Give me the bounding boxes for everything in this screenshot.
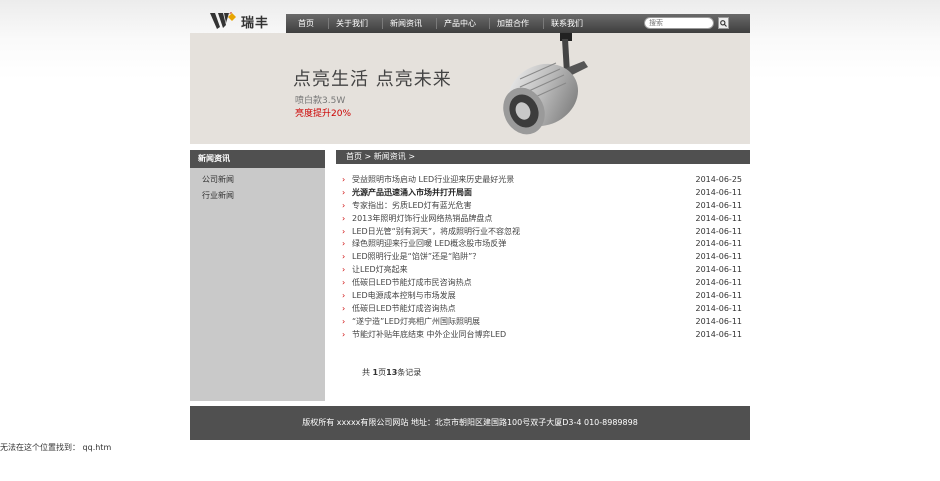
nav-divider [489,18,490,29]
news-date: 2014-06-11 [695,187,743,197]
nav-franchise[interactable]: 加盟合作 [497,14,529,33]
arrow-icon: › [342,226,346,236]
news-title-link[interactable]: 绿色照明迎来行业回暖 LED概念股市场反弹 [352,238,506,251]
list-item: › 让LED灯亮起来 2014-06-11 [342,264,742,277]
brand-name: 瑞丰 [241,15,270,31]
pager-prefix: 共 [362,368,373,377]
arrow-icon: › [342,329,346,339]
news-date: 2014-06-11 [695,252,743,262]
nav-about[interactable]: 关于我们 [336,14,368,33]
news-date: 2014-06-11 [695,226,743,236]
news-list: › 受益照明市场启动 LED行业迎来历史最好光景 2014-06-25 › 光源产品迅… [342,174,742,342]
list-item: › 2013年照明灯饰行业网络热销品牌盘点 2014-06-11 [342,213,742,226]
arrow-icon: › [342,303,346,313]
sidebar: 新闻资讯 公司新闻 行业新闻 [190,150,325,401]
pager-records: 13 [386,368,398,377]
news-date: 2014-06-11 [695,200,743,210]
arrow-icon: › [342,175,346,184]
nav-home[interactable]: 首页 [298,14,314,33]
spotlight-image [503,33,588,135]
main-nav: 首页 关于我们 新闻资讯 产品中心 加盟合作 联系我们 [286,14,750,33]
search-input[interactable] [644,17,714,29]
brand-logo[interactable]: 瑞丰 [210,10,280,32]
news-date: 2014-06-25 [695,175,743,184]
nav-divider [436,18,437,29]
site-footer: 版权所有 xxxxx有限公司网站 地址：北京市朝阳区建国路100号双子大厦D3-… [190,406,750,440]
sidebar-item-company-news[interactable]: 公司新闻 [190,172,325,188]
list-item: › “遂宁造”LED灯亮相广州国际照明展 2014-06-11 [342,316,742,329]
news-title-link[interactable]: 受益照明市场启动 LED行业迎来历史最好光景 [352,174,514,187]
nav-divider [382,18,383,29]
arrow-icon: › [342,239,346,249]
news-date: 2014-06-11 [695,329,743,339]
pager-records-suffix: 条记录 [397,368,422,377]
search-button[interactable] [718,17,729,29]
news-title-link[interactable]: 光源产品迅速涌入市场并打开局面 [352,187,472,200]
list-item: › 绿色照明迎来行业回暖 LED概念股市场反弹 2014-06-11 [342,238,742,251]
news-title-link[interactable]: 专家指出：劣质LED灯有蓝光危害 [352,200,472,213]
arrow-icon: › [342,265,346,275]
banner-highlight: 亮度提升20% [295,109,352,119]
arrow-icon: › [342,187,346,197]
news-date: 2014-06-11 [695,291,743,301]
news-title-link[interactable]: 2013年照明灯饰行业网络热销品牌盘点 [352,213,492,226]
list-item: › 专家指出：劣质LED灯有蓝光危害 2014-06-11 [342,200,742,213]
banner-subtitle: 喷白款3.5W [295,96,346,106]
news-title-link[interactable]: LED日光管“别有洞天”，将成照明行业不容忽视 [352,226,520,239]
news-date: 2014-06-11 [695,278,743,288]
list-item: › LED电源成本控制与市场发展 2014-06-11 [342,290,742,303]
news-date: 2014-06-11 [695,239,743,249]
error-message: 无法在这个位置找到： qq.htm [0,443,112,452]
search-icon [720,19,727,27]
nav-products[interactable]: 产品中心 [444,14,476,33]
banner-title: 点亮生活 点亮未来 [293,69,452,90]
news-title-link[interactable]: 低碳日LED节能灯成市民咨询热点 [352,277,472,290]
arrow-icon: › [342,316,346,326]
news-date: 2014-06-11 [695,213,743,223]
nav-divider [543,18,544,29]
list-item: › 节能灯补贴年底结束 中外企业同台博弈LED 2014-06-11 [342,329,742,342]
news-date: 2014-06-11 [695,265,743,275]
sidebar-heading: 新闻资讯 [190,150,325,168]
arrow-icon: › [342,213,346,223]
logo-mark-icon [210,12,236,29]
list-item: › 低碳日LED节能灯成咨询热点 2014-06-11 [342,303,742,316]
breadcrumb: 首页 > 新闻资讯 > [336,150,750,164]
arrow-icon: › [342,278,346,288]
nav-contact[interactable]: 联系我们 [551,14,583,33]
news-date: 2014-06-11 [695,303,743,313]
pagination-info: 共 1页13条记录 [362,367,421,378]
list-item: › 受益照明市场启动 LED行业迎来历史最好光景 2014-06-25 [342,174,742,187]
news-title-link[interactable]: 让LED灯亮起来 [352,264,408,277]
arrow-icon: › [342,291,346,301]
arrow-icon: › [342,200,346,210]
hero-banner: 点亮生活 点亮未来 喷白款3.5W 亮度提升20% [190,33,750,144]
list-item: › 低碳日LED节能灯成市民咨询热点 2014-06-11 [342,277,742,290]
news-title-link[interactable]: LED照明行业是“馅饼”还是“陷阱”？ [352,251,480,264]
list-item: › LED日光管“别有洞天”，将成照明行业不容忽视 2014-06-11 [342,226,742,239]
news-date: 2014-06-11 [695,316,743,326]
news-title-link[interactable]: LED电源成本控制与市场发展 [352,290,456,303]
news-title-link[interactable]: 低碳日LED节能灯成咨询热点 [352,303,456,316]
sidebar-item-industry-news[interactable]: 行业新闻 [190,188,325,204]
news-title-link[interactable]: “遂宁造”LED灯亮相广州国际照明展 [352,316,480,329]
list-item: › LED照明行业是“馅饼”还是“陷阱”？ 2014-06-11 [342,251,742,264]
nav-divider [328,18,329,29]
arrow-icon: › [342,252,346,262]
news-title-link[interactable]: 节能灯补贴年底结束 中外企业同台博弈LED [352,329,506,342]
pager-pages-suffix: 页 [378,368,387,377]
nav-news[interactable]: 新闻资讯 [390,14,422,33]
list-item: › 光源产品迅速涌入市场并打开局面 2014-06-11 [342,187,742,200]
